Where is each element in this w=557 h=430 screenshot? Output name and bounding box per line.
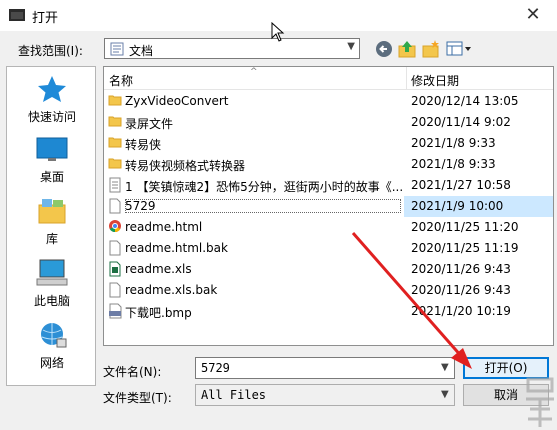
lookin-label: 查找范围(I): [18, 44, 83, 58]
file-name: 1 【笑镇惊魂2】恐怖5分钟，逛街两小时的故事《... [125, 180, 403, 194]
list-item-selected[interactable]: 5729 2021/1/9 10:00 [104, 196, 553, 217]
file-date: 2021/1/8 9:33 [411, 136, 496, 150]
excel-icon [109, 261, 121, 277]
file-date: 2020/11/26 9:43 [411, 262, 511, 276]
up-folder-icon[interactable] [397, 39, 417, 59]
file-date: 2021/1/8 9:33 [411, 157, 496, 171]
place-label: 此电脑 [33, 294, 70, 308]
place-desktop[interactable]: 桌面 [7, 137, 97, 185]
chevron-down-icon[interactable]: ▼ [347, 41, 355, 52]
list-item[interactable]: ZyxVideoConvert 2020/12/14 13:05 [104, 91, 553, 112]
blank-file-icon [109, 198, 121, 214]
file-date: 2020/11/26 9:43 [411, 283, 511, 297]
chrome-icon [109, 220, 121, 232]
place-label: 快速访问 [27, 110, 76, 124]
chevron-down-icon[interactable]: ▼ [441, 389, 449, 400]
file-date: 2021/1/27 10:58 [411, 178, 511, 192]
place-label: 桌面 [39, 170, 64, 184]
folder-icon [108, 95, 122, 106]
column-separator[interactable] [406, 67, 407, 89]
file-list[interactable]: ^ 名称 修改日期 ZyxVideoConvert 2020/12/14 13:… [103, 66, 554, 346]
filetype-label: 文件类型(T): [103, 391, 172, 405]
file-name: readme.xls [125, 262, 192, 276]
places-bar: 快速访问 桌面 库 此电脑 网络 [6, 66, 96, 386]
close-icon[interactable]: ✕ [516, 3, 550, 27]
open-dialog-icon [9, 9, 25, 21]
lookin-combobox[interactable]: 文档 ▼ [104, 38, 360, 59]
file-name: readme.html [125, 220, 203, 234]
file-name: readme.xls.bak [125, 283, 218, 297]
network-icon [41, 323, 67, 348]
list-item[interactable]: 转易侠视频格式转换器 2021/1/8 9:33 [104, 154, 553, 175]
library-icon [38, 199, 66, 224]
blank-file-icon [109, 282, 121, 298]
list-item[interactable]: 下载吧.bmp 2021/1/20 10:19 [104, 301, 553, 322]
list-item[interactable]: readme.xls 2020/11/26 9:43 [104, 259, 553, 280]
file-name: 转易侠 [125, 138, 162, 152]
filetype-select[interactable]: All Files [195, 384, 455, 406]
list-item[interactable]: 1 【笑镇惊魂2】恐怖5分钟，逛街两小时的故事《... 2021/1/27 10… [104, 175, 553, 196]
file-list-header: ^ 名称 修改日期 [104, 67, 553, 90]
folder-icon [108, 116, 122, 127]
watermark-logo [526, 377, 554, 427]
window-title: 打开 [32, 11, 59, 26]
star-icon [38, 76, 66, 102]
desktop-icon [36, 137, 68, 161]
file-date: 2020/11/25 11:19 [411, 241, 519, 255]
folder-icon [108, 158, 122, 169]
place-network[interactable]: 网络 [7, 321, 97, 371]
place-label: 库 [45, 232, 58, 246]
list-item[interactable]: readme.html.bak 2020/11/25 11:19 [104, 238, 553, 259]
new-folder-icon[interactable] [421, 39, 441, 59]
file-name: 转易侠视频格式转换器 [125, 159, 246, 173]
mouse-cursor-icon [271, 22, 285, 42]
file-date: 2021/1/9 10:00 [411, 199, 504, 213]
computer-icon [36, 259, 68, 286]
blank-file-icon [109, 240, 121, 256]
place-this-pc[interactable]: 此电脑 [7, 259, 97, 309]
lookin-value: 文档 [129, 44, 154, 58]
sort-ascending-icon: ^ [250, 67, 258, 77]
file-date: 2020/11/25 11:20 [411, 220, 519, 234]
filename-label: 文件名(N): [103, 365, 162, 379]
file-date: 2021/1/20 10:19 [411, 304, 511, 318]
file-date: 2020/12/14 13:05 [411, 94, 519, 108]
file-name: readme.html.bak [125, 241, 228, 255]
documents-icon [110, 42, 124, 56]
list-item[interactable]: readme.html 2020/11/25 11:20 [104, 217, 553, 238]
filename-input[interactable]: 5729 [195, 357, 455, 379]
list-item[interactable]: readme.xls.bak 2020/11/26 9:43 [104, 280, 553, 301]
column-header-name[interactable]: 名称 [109, 72, 133, 89]
file-name: 录屏文件 [125, 117, 174, 131]
file-name: 下载吧.bmp [125, 306, 192, 320]
back-arrow-icon[interactable] [374, 39, 394, 59]
file-date: 2020/11/14 9:02 [411, 115, 511, 129]
file-name: 5729 [125, 199, 401, 213]
place-label: 网络 [39, 356, 64, 370]
view-menu-icon[interactable] [446, 39, 472, 59]
place-library[interactable]: 库 [7, 197, 97, 247]
folder-icon [108, 137, 122, 148]
list-item[interactable]: 录屏文件 2020/11/14 9:02 [104, 112, 553, 133]
list-item[interactable]: 转易侠 2021/1/8 9:33 [104, 133, 553, 154]
file-name: ZyxVideoConvert [125, 94, 229, 108]
chevron-down-icon[interactable]: ▼ [441, 362, 449, 373]
bmp-icon [109, 303, 122, 319]
place-quick-access[interactable]: 快速访问 [7, 75, 97, 125]
column-header-date[interactable]: 修改日期 [411, 72, 459, 89]
text-file-icon [109, 177, 121, 193]
